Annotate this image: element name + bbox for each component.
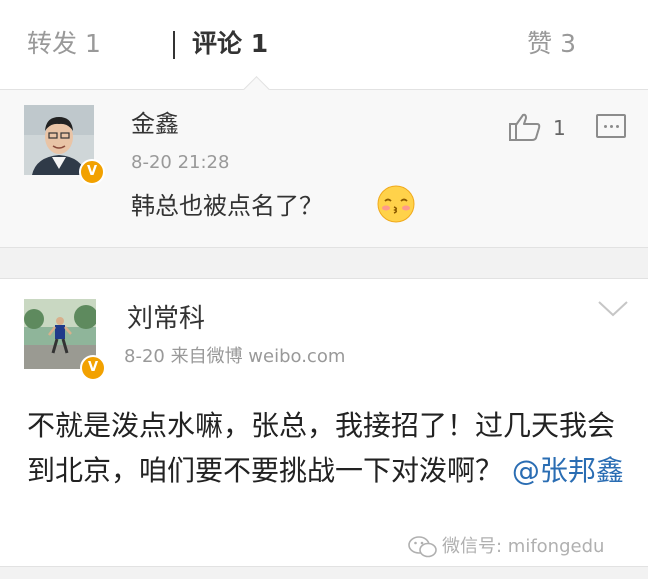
thumbs-up-icon[interactable] [508,112,542,142]
wechat-watermark: 微信号: mifongedu [408,533,604,561]
post-text: 不就是泼点水嘛，张总，我接招了！过几天我会到北京，咱们要不要挑战一下对泼啊？ @… [27,403,627,493]
kiss-face-emoji-icon [377,185,415,223]
comment-text: 韩总也被点名了？ [131,192,323,220]
comment-time: 8-20 21:28 [131,152,230,173]
post-time-source: 8-20 来自微博 weibo.com [124,346,346,367]
comment-card: V 刘常科 8-20 来自微博 weibo.com 不就是泼点水嘛，张总，我接招… [0,278,648,567]
watermark-text: 微信号: mifongedu [442,536,605,557]
mention-link[interactable]: @张邦鑫 [512,454,624,487]
post-author[interactable]: 刘常科 [127,303,205,335]
tab-like[interactable]: 赞 3 [527,27,576,61]
tab-repost[interactable]: 转发 1 [27,27,101,61]
comment-card: V 金鑫 8-20 21:28 韩总也被点名了？ 1 [0,90,648,248]
tab-separator [173,31,175,59]
like-count: 1 [553,116,566,140]
verified-badge-icon: V [80,355,106,381]
comment-tabs: 转发 1 评论 1 赞 3 [0,0,648,90]
wechat-icon [408,536,437,558]
tab-comment[interactable]: 评论 1 [192,27,268,61]
chevron-down-icon[interactable] [597,299,629,319]
more-options-icon[interactable] [596,114,626,138]
comment-author[interactable]: 金鑫 [131,108,179,140]
verified-badge-icon: V [79,159,105,185]
